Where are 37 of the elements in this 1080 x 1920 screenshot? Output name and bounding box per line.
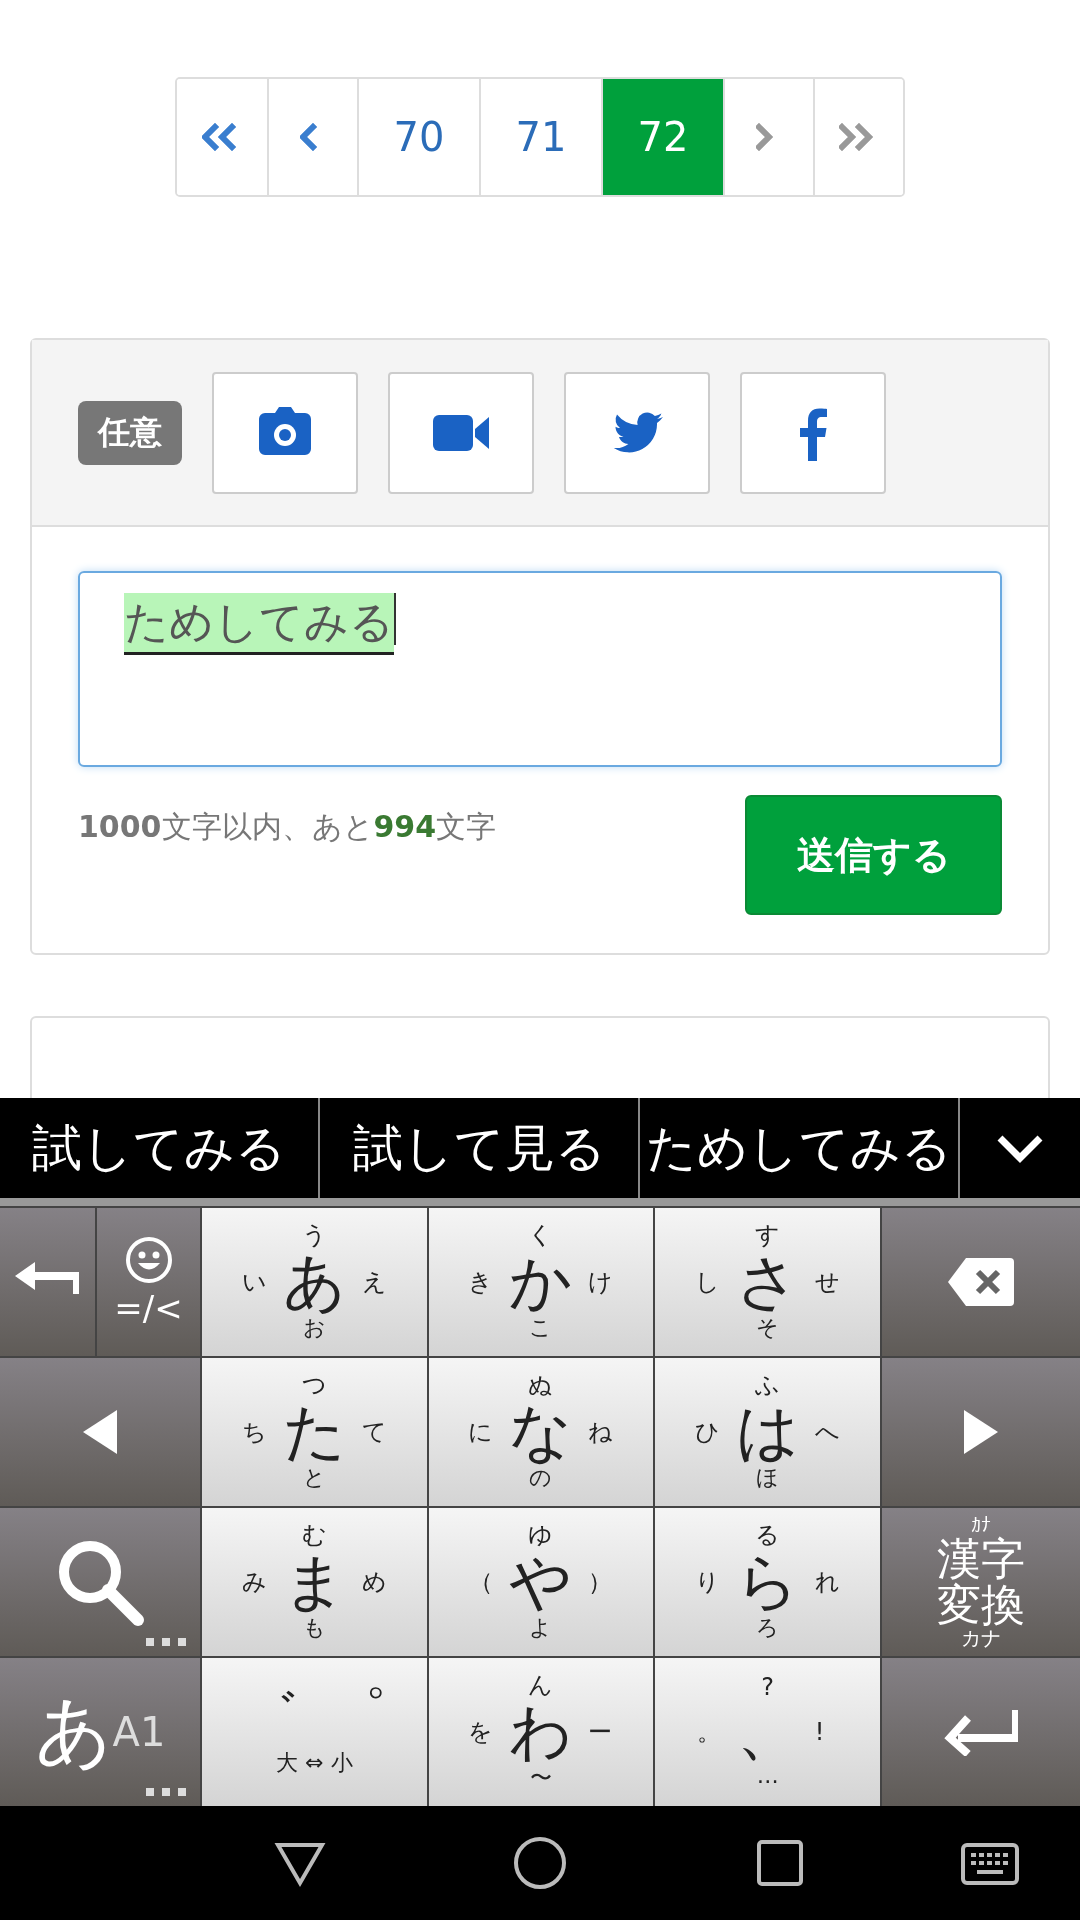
candidate-word[interactable]: ためしてみる <box>640 1098 958 1198</box>
video-button[interactable] <box>388 371 534 494</box>
twitter-button[interactable] <box>564 371 710 494</box>
cursor-left-key[interactable] <box>0 1358 200 1506</box>
kana-key[interactable]: う い あ え お <box>202 1208 427 1356</box>
convert-key[interactable]: ｶﾅ 漢字変換 カナ <box>882 1508 1080 1656</box>
optional-badge: 任意 <box>78 400 182 465</box>
kana-key[interactable]: ぬ に な ね の <box>428 1358 654 1506</box>
kana-key[interactable]: ? 。 、 ! … <box>655 1658 880 1806</box>
more-icon <box>146 1788 186 1796</box>
kana-key[interactable]: ゆ （ や ） よ <box>428 1508 654 1656</box>
smiley-icon <box>124 1236 173 1284</box>
kana-key[interactable]: く き か け こ <box>428 1208 654 1356</box>
kana-key[interactable]: む み ま め も <box>202 1508 427 1656</box>
facebook-button[interactable] <box>740 371 886 494</box>
kana-key[interactable]: つ ち た て と <box>202 1358 427 1506</box>
expand-candidates-button[interactable] <box>960 1098 1080 1198</box>
message-field[interactable]: ためしてみる <box>78 571 1002 767</box>
enter-icon <box>944 1708 1018 1756</box>
kana-key[interactable]: す し さ せ そ <box>655 1208 880 1356</box>
backspace-key[interactable] <box>882 1208 1080 1356</box>
backspace-icon <box>948 1258 1014 1306</box>
candidate-word[interactable]: 試して見る <box>320 1098 638 1198</box>
cursor-right-key[interactable] <box>882 1358 1080 1506</box>
kana-key[interactable]: る り ら れ ろ <box>655 1508 880 1656</box>
more-icon <box>146 1638 186 1646</box>
kana-key[interactable]: ふ ひ は へ ほ <box>655 1358 880 1506</box>
right-triangle-icon <box>964 1410 998 1454</box>
search-key[interactable] <box>0 1508 200 1656</box>
enter-key[interactable] <box>882 1658 1080 1806</box>
undo-key[interactable] <box>0 1208 95 1356</box>
emoji-key[interactable]: =/< <box>97 1208 200 1356</box>
left-triangle-icon <box>83 1410 117 1454</box>
candidate-word[interactable]: 試してみる <box>0 1098 318 1198</box>
camera-button[interactable] <box>212 371 358 494</box>
kana-key[interactable]: ん を わ ー 〜 <box>428 1658 654 1806</box>
dakuten-key[interactable]: ゛ ゜ 大 ⇔ 小 <box>202 1658 427 1806</box>
